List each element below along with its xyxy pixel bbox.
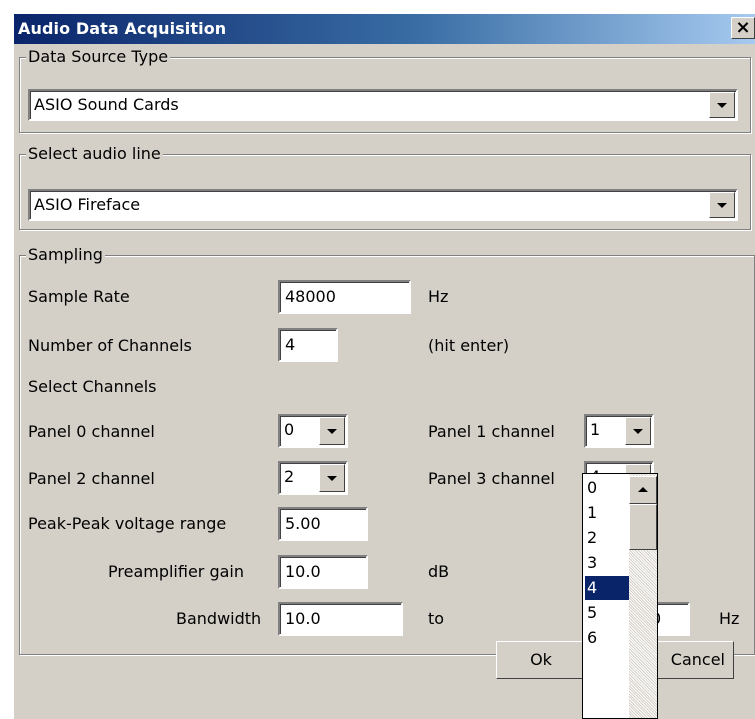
scroll-thumb[interactable] — [629, 504, 657, 550]
panel0-value: 0 — [284, 420, 295, 439]
ok-label: Ok — [530, 650, 552, 669]
num-channels-hint: (hit enter) — [428, 336, 510, 355]
list-item[interactable]: 2 — [585, 526, 629, 550]
panel2-select[interactable]: 2 — [278, 461, 348, 495]
num-channels-label: Number of Channels — [28, 336, 192, 355]
sampling-legend: Sampling — [26, 245, 105, 265]
panel0-dropdown-button[interactable] — [319, 417, 345, 445]
gain-label: Preamplifier gain — [108, 562, 245, 581]
dropdown-scrollbar[interactable] — [629, 474, 657, 718]
bandwidth-low-input[interactable]: 10.0 — [278, 602, 403, 636]
close-button[interactable]: × — [731, 17, 755, 39]
audio-line-group: Select audio line ASIO Fireface — [19, 144, 751, 230]
panel0-select[interactable]: 0 — [278, 414, 348, 448]
list-item[interactable]: 3 — [585, 551, 629, 575]
num-channels-input[interactable]: 4 — [278, 328, 338, 362]
channel-dropdown-list[interactable]: 0 1 2 3 4 5 6 — [582, 473, 658, 719]
bandwidth-unit: Hz — [719, 609, 740, 628]
ok-button[interactable]: Ok — [496, 641, 586, 679]
panel1-dropdown-button[interactable] — [625, 417, 651, 445]
chevron-down-icon — [327, 476, 337, 481]
select-channels-label: Select Channels — [28, 377, 157, 396]
voltage-input[interactable]: 5.00 — [278, 507, 368, 541]
panel1-label: Panel 1 channel — [428, 422, 555, 441]
gain-unit: dB — [428, 562, 450, 581]
list-item[interactable]: 6 — [585, 626, 629, 650]
data-source-select[interactable]: ASIO Sound Cards — [28, 89, 738, 121]
window-title: Audio Data Acquisition — [18, 19, 227, 38]
close-icon: × — [735, 17, 751, 38]
panel1-value: 1 — [590, 420, 601, 439]
chevron-down-icon — [633, 429, 643, 434]
audio-line-legend: Select audio line — [26, 144, 163, 164]
bandwidth-label: Bandwidth — [176, 609, 262, 628]
chevron-down-icon — [717, 103, 727, 108]
panel1-select[interactable]: 1 — [584, 414, 654, 448]
title-bar: Audio Data Acquisition × — [14, 14, 755, 44]
sample-rate-label: Sample Rate — [28, 287, 130, 306]
panel0-label: Panel 0 channel — [28, 422, 155, 441]
cancel-label: Cancel — [670, 650, 725, 669]
panel2-label: Panel 2 channel — [28, 469, 155, 488]
data-source-value: ASIO Sound Cards — [34, 95, 179, 114]
panel2-dropdown-button[interactable] — [319, 464, 345, 492]
bandwidth-to-label: to — [428, 609, 445, 628]
chevron-up-icon — [638, 487, 648, 492]
list-item[interactable]: 5 — [585, 601, 629, 625]
list-item[interactable]: 1 — [585, 501, 629, 525]
sample-rate-input[interactable]: 48000 — [278, 280, 411, 314]
voltage-label: Peak-Peak voltage range — [28, 514, 227, 533]
list-item[interactable]: 0 — [585, 476, 629, 500]
panel2-value: 2 — [284, 467, 295, 486]
data-source-dropdown-button[interactable] — [709, 92, 735, 118]
chevron-down-icon — [327, 429, 337, 434]
list-item-selected[interactable]: 4 — [585, 576, 629, 600]
chevron-down-icon — [717, 203, 727, 208]
data-source-legend: Data Source Type — [26, 47, 171, 67]
scroll-up-button[interactable] — [629, 476, 657, 504]
audio-line-select[interactable]: ASIO Fireface — [28, 189, 738, 221]
sample-rate-unit: Hz — [428, 287, 449, 306]
data-source-group: Data Source Type ASIO Sound Cards — [19, 47, 751, 133]
audio-line-value: ASIO Fireface — [34, 195, 141, 214]
panel3-label: Panel 3 channel — [428, 469, 555, 488]
audio-line-dropdown-button[interactable] — [709, 192, 735, 218]
gain-input[interactable]: 10.0 — [278, 555, 368, 589]
